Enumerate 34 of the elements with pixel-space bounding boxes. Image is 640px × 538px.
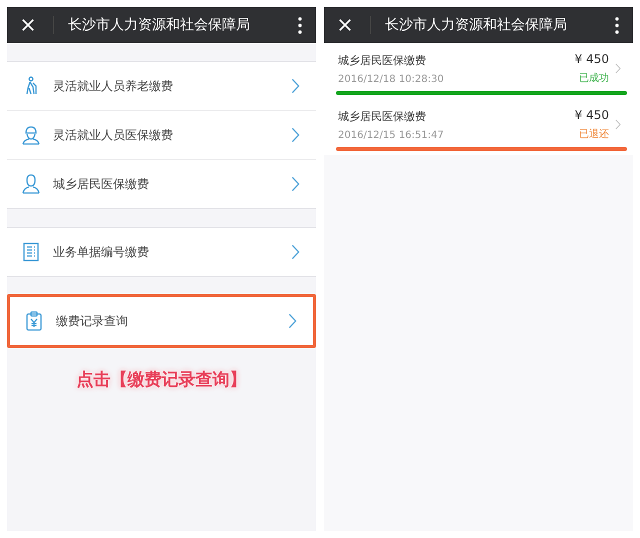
chevron-right-icon <box>615 119 621 130</box>
chevron-right-icon <box>291 244 300 260</box>
worker-icon <box>21 125 41 145</box>
annotation-text: 点击【缴费记录查询】 <box>76 369 248 391</box>
chevron-right-icon <box>291 78 300 94</box>
chevron-right-icon <box>288 313 297 329</box>
menu-item-label: 灵活就业人员养老缴费 <box>53 78 174 94</box>
close-icon[interactable] <box>21 18 35 32</box>
document-icon <box>21 242 41 262</box>
menu-item[interactable]: 缴费记录查询 <box>10 297 313 345</box>
menu-item-label: 城乡居民医保缴费 <box>53 176 150 192</box>
menu-item-label: 灵活就业人员医保缴费 <box>53 126 174 144</box>
record-status: 已成功 <box>579 72 609 85</box>
record-title: 城乡居民医保缴费 <box>338 108 427 124</box>
chevron-right-icon <box>615 63 621 74</box>
chevron-right-icon <box>291 176 300 192</box>
menu-item[interactable]: 业务单据编号缴费 <box>7 228 316 276</box>
close-icon[interactable] <box>338 18 352 32</box>
person-icon <box>21 174 41 194</box>
clipboard-icon <box>24 311 44 331</box>
menu-item-label: 缴费记录查询 <box>56 312 129 330</box>
chevron-right-icon <box>291 127 300 143</box>
record-time: 2016/12/15 16:51:47 <box>338 130 445 140</box>
record-amount: ¥ 450 <box>574 108 609 122</box>
menu-icon[interactable] <box>615 16 619 34</box>
menu-icon[interactable] <box>298 16 302 34</box>
record-title: 城乡居民医保缴费 <box>338 52 427 68</box>
record-time: 2016/12/18 10:28:30 <box>338 74 445 84</box>
menu-item[interactable]: 灵活就业人员医保缴费 <box>7 110 316 159</box>
menu-item[interactable]: 灵活就业人员养老缴费 <box>7 62 316 110</box>
record-amount: ¥ 450 <box>574 52 609 66</box>
menu-item-label: 业务单据编号缴费 <box>53 244 150 260</box>
record-status: 已退还 <box>579 128 609 141</box>
menu-item[interactable]: 城乡居民医保缴费 <box>7 159 316 208</box>
